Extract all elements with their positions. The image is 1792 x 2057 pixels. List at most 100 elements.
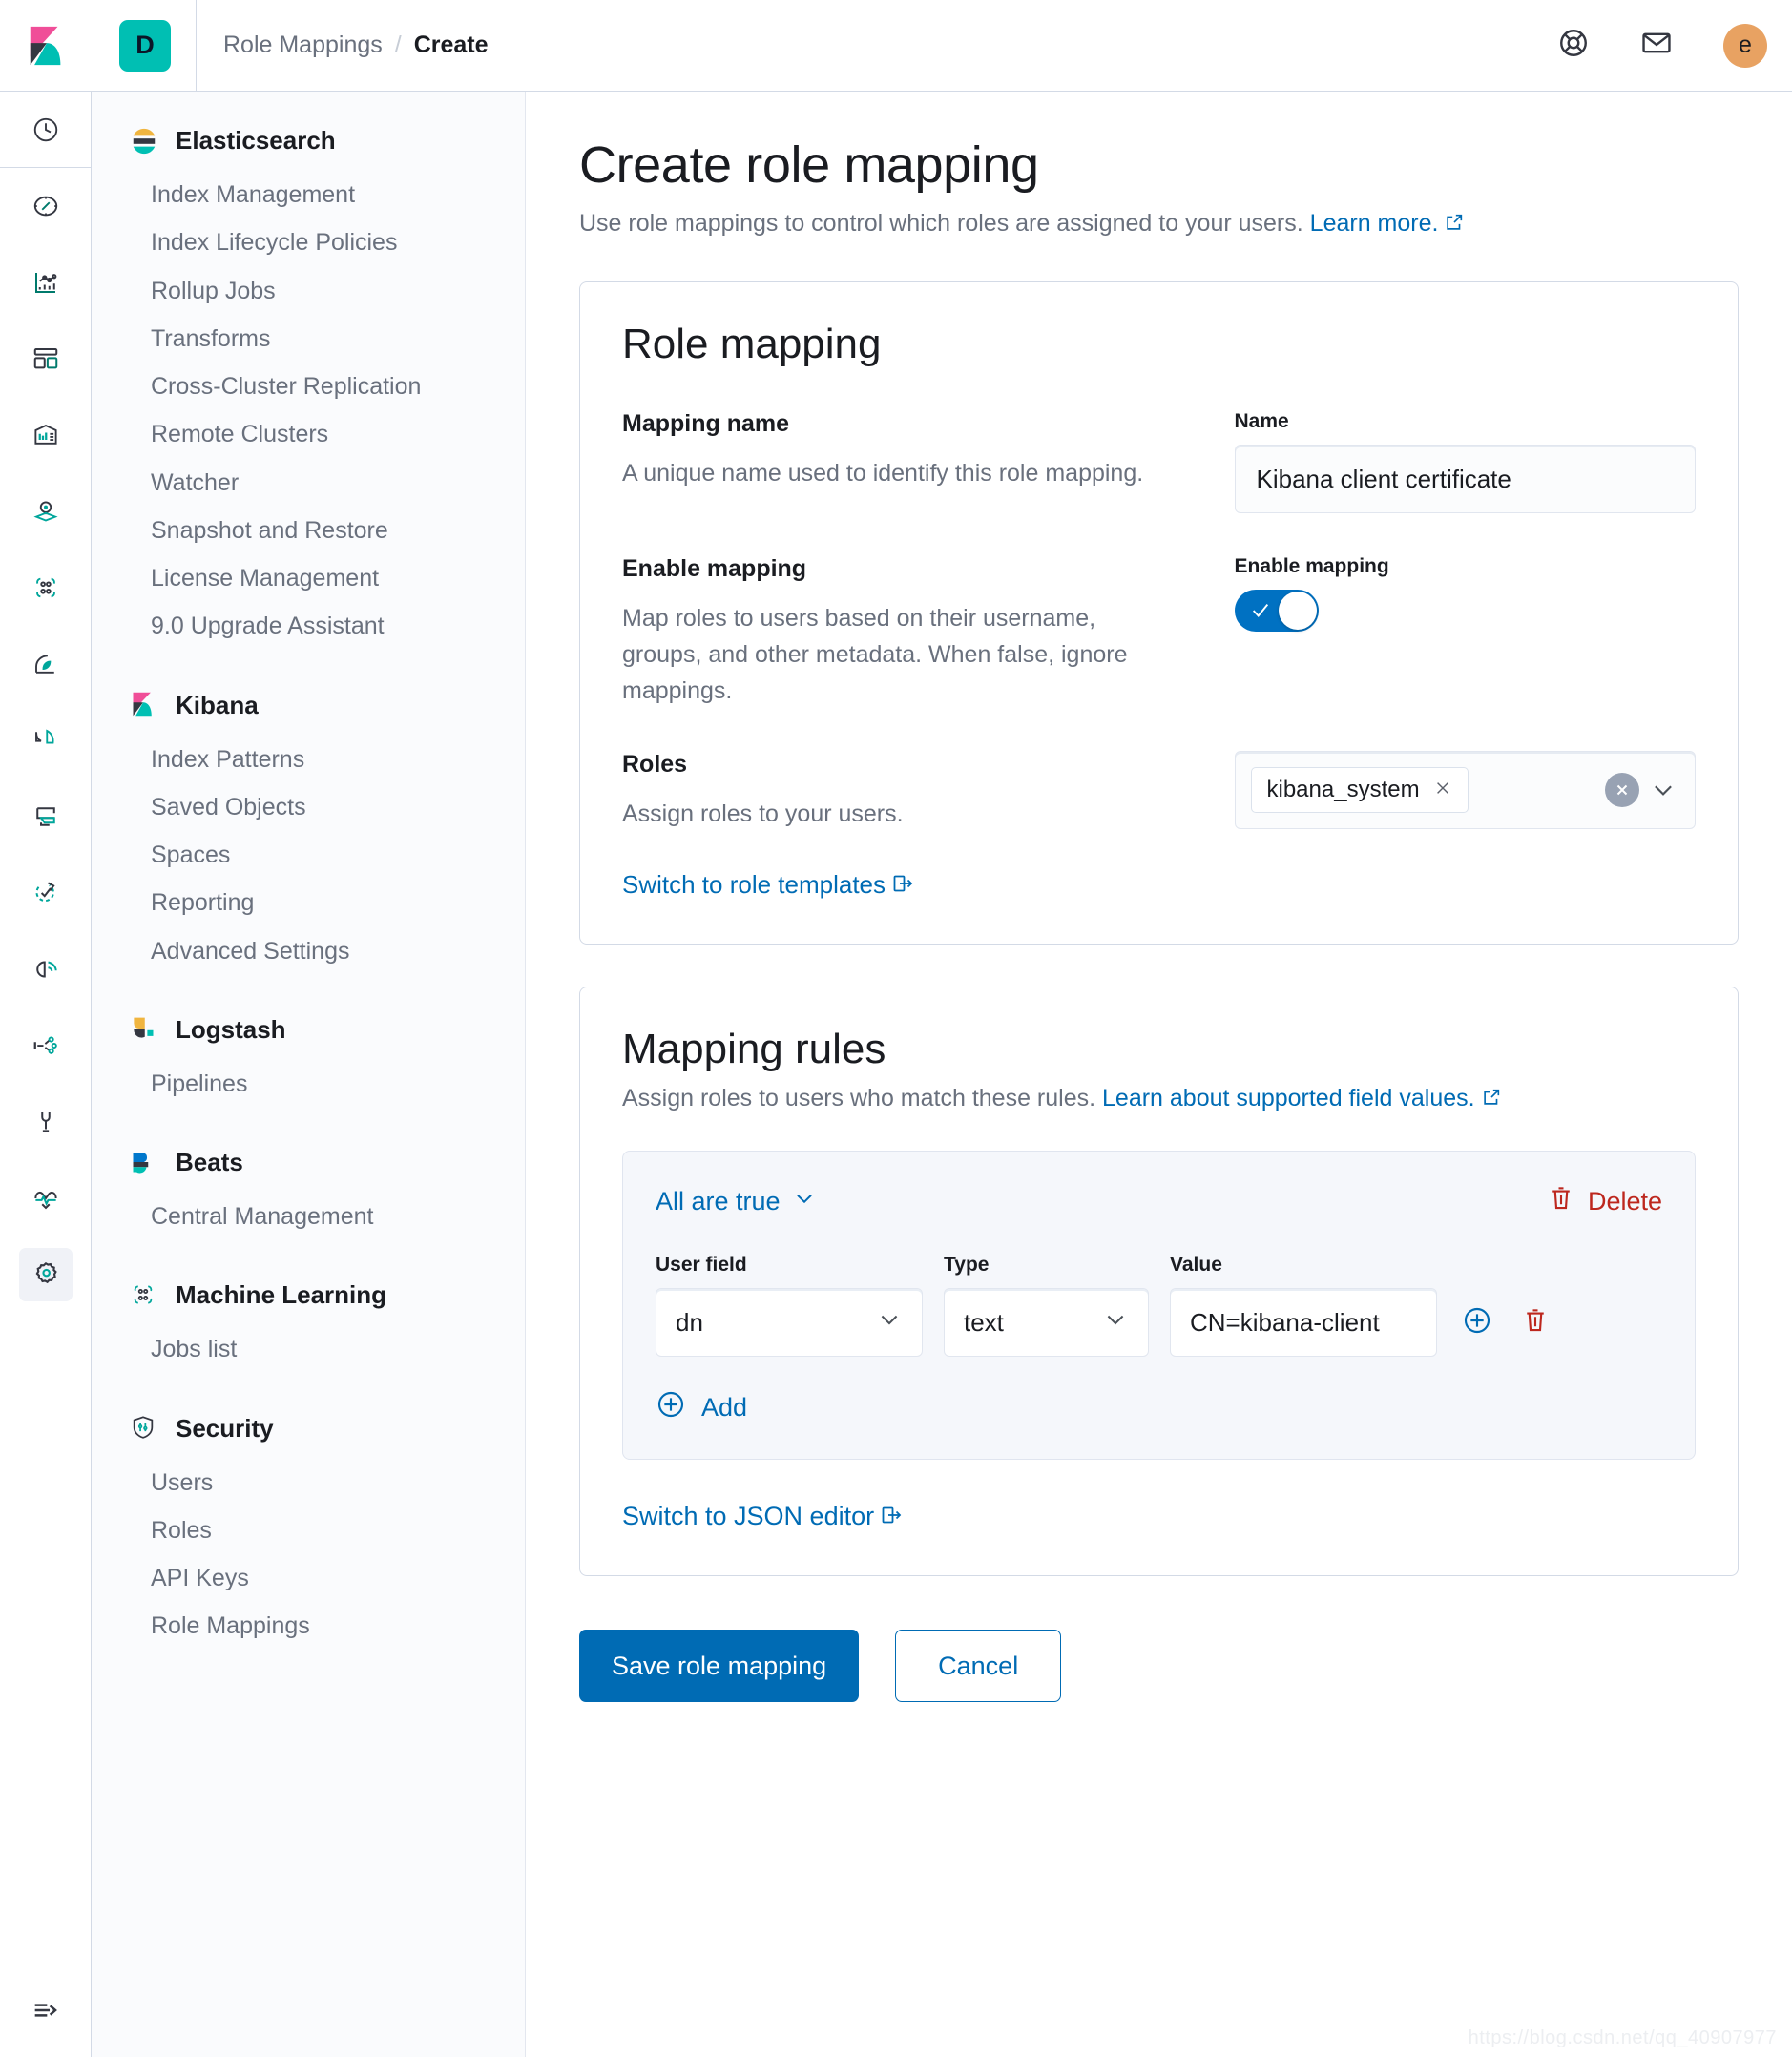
kibana-home-button[interactable] [0,0,94,91]
sidebar-item-rollup-jobs[interactable]: Rollup Jobs [92,267,525,315]
name-input[interactable] [1235,445,1697,513]
sidebar-item-central-management[interactable]: Central Management [92,1193,525,1240]
switch-to-json-editor-link[interactable]: Switch to JSON editor [622,1502,903,1530]
switch-to-role-templates-link[interactable]: Switch to role templates [622,870,914,899]
page-title: Create role mapping [579,135,1739,195]
rail-item-uptime[interactable] [0,855,92,931]
role-pill[interactable]: kibana_system [1251,767,1469,813]
rail-item-dev-tools[interactable] [0,1084,92,1160]
plus-in-circle-icon [656,1389,686,1426]
switch-to-role-templates-label: Switch to role templates [622,870,886,899]
switch-role-templates-wrapper: Switch to role templates [622,870,1174,902]
rule-condition-dropdown[interactable]: All are true [656,1186,817,1217]
sidebar-item-pipelines[interactable]: Pipelines [92,1060,525,1108]
sidebar-group-elasticsearch: Elasticsearch Index Management Index Lif… [92,126,525,651]
rail-item-maps[interactable] [0,473,92,550]
sidebar-item-roles[interactable]: Roles [92,1506,525,1554]
elasticsearch-logo [130,127,158,156]
chevron-down-icon[interactable] [1649,776,1677,804]
roles-heading: Roles [622,751,1174,779]
rail-item-discover[interactable] [0,168,92,244]
type-select[interactable]: text [944,1288,1149,1357]
save-role-mapping-button[interactable]: Save role mapping [579,1630,859,1702]
rail-item-machine-learning[interactable] [0,550,92,626]
machine-learning-icon [19,561,73,614]
sidebar-item-role-mappings[interactable]: Role Mappings [92,1602,525,1650]
roles-combobox[interactable]: kibana_system [1235,751,1697,829]
cross-icon[interactable] [1433,779,1452,802]
space-badge: D [119,20,171,72]
sidebar-spacer [92,1254,525,1280]
line-chart-icon [19,256,73,309]
sidebar-spacer [92,988,525,1015]
gear-icon [19,1248,73,1301]
space-selector-button[interactable]: D [94,0,197,91]
sidebar-item-api-keys[interactable]: API Keys [92,1554,525,1602]
roles-row: Roles Assign roles to your users. Switch… [622,751,1696,902]
sidebar-item-snapshot-and-restore[interactable]: Snapshot and Restore [92,507,525,554]
learn-more-link[interactable]: Learn more. [1310,210,1466,237]
chevron-down-icon [1102,1306,1129,1340]
enable-mapping-toggle[interactable] [1235,590,1319,632]
rail-item-monitoring[interactable] [0,1160,92,1236]
sidebar-item-index-patterns[interactable]: Index Patterns [92,736,525,783]
help-button[interactable] [1532,0,1615,91]
sidebar-item-remote-clusters[interactable]: Remote Clusters [92,410,525,458]
sidebar-group-label: Kibana [176,691,259,720]
value-input[interactable]: CN=kibana-client [1170,1288,1437,1357]
sidebar-group-title: Elasticsearch [92,126,525,156]
rail-item-siem[interactable] [0,931,92,1008]
sidebar-item-watcher[interactable]: Watcher [92,459,525,507]
dock-navigation-button[interactable] [0,1995,92,2030]
rail-item-visualize[interactable] [0,244,92,321]
primary-nav-rail [0,92,92,2057]
sidebar-item-index-management[interactable]: Index Management [92,171,525,218]
rail-item-recently-viewed[interactable] [0,92,92,168]
sidebar-item-cross-cluster-replication[interactable]: Cross-Cluster Replication [92,363,525,410]
rail-item-logs[interactable] [0,702,92,779]
sidebar-item-jobs-list[interactable]: Jobs list [92,1325,525,1373]
mapping-rules-title: Mapping rules [622,1026,1696,1073]
sidebar-group-label: Beats [176,1148,243,1177]
delete-label: Delete [1588,1187,1662,1216]
breadcrumb: Role Mappings / Create [197,0,489,91]
sidebar-group-kibana: Kibana Index Patterns Saved Objects Spac… [92,691,525,975]
canvas-icon [19,408,73,462]
learn-field-values-label: Learn about supported field values. [1102,1085,1475,1112]
sidebar-spacer [92,1387,525,1414]
user-field-column: User field dn [656,1254,923,1357]
rail-item-graph[interactable] [0,1008,92,1084]
mapping-name-row: Mapping name A unique name used to ident… [622,410,1696,513]
rail-item-management[interactable] [0,1236,92,1313]
rail-item-dashboard[interactable] [0,321,92,397]
sidebar-item-upgrade-assistant[interactable]: 9.0 Upgrade Assistant [92,602,525,650]
graph-icon [19,1019,73,1072]
user-field-select[interactable]: dn [656,1288,923,1357]
breadcrumb-create[interactable]: Create [414,31,489,59]
remove-rule-button[interactable] [1517,1288,1553,1357]
clear-all-icon[interactable] [1605,773,1639,807]
map-pin-layers-icon [19,485,73,538]
rail-item-apm[interactable] [0,779,92,855]
breadcrumb-role-mappings[interactable]: Role Mappings [223,31,383,59]
main-content: Create role mapping Use role mappings to… [526,92,1792,2057]
cancel-button[interactable]: Cancel [895,1630,1061,1702]
add-rule-link[interactable]: Add [656,1389,747,1426]
sidebar-item-saved-objects[interactable]: Saved Objects [92,783,525,831]
sidebar-item-transforms[interactable]: Transforms [92,315,525,363]
delete-rule-group-button[interactable]: Delete [1547,1184,1662,1219]
sidebar-item-spaces[interactable]: Spaces [92,831,525,879]
learn-field-values-link[interactable]: Learn about supported field values. [1102,1085,1502,1112]
user-menu-button[interactable]: e [1698,0,1792,91]
sidebar-item-advanced-settings[interactable]: Advanced Settings [92,927,525,975]
header-spacer [489,0,1532,91]
rail-item-canvas[interactable] [0,397,92,473]
newsfeed-button[interactable] [1615,0,1698,91]
sidebar-item-license-management[interactable]: License Management [92,554,525,602]
learn-more-label: Learn more. [1310,210,1439,237]
sidebar-item-users[interactable]: Users [92,1459,525,1506]
sidebar-item-reporting[interactable]: Reporting [92,879,525,926]
rail-item-infrastructure[interactable] [0,626,92,702]
add-rule-button[interactable] [1458,1288,1496,1357]
sidebar-item-index-lifecycle-policies[interactable]: Index Lifecycle Policies [92,218,525,266]
